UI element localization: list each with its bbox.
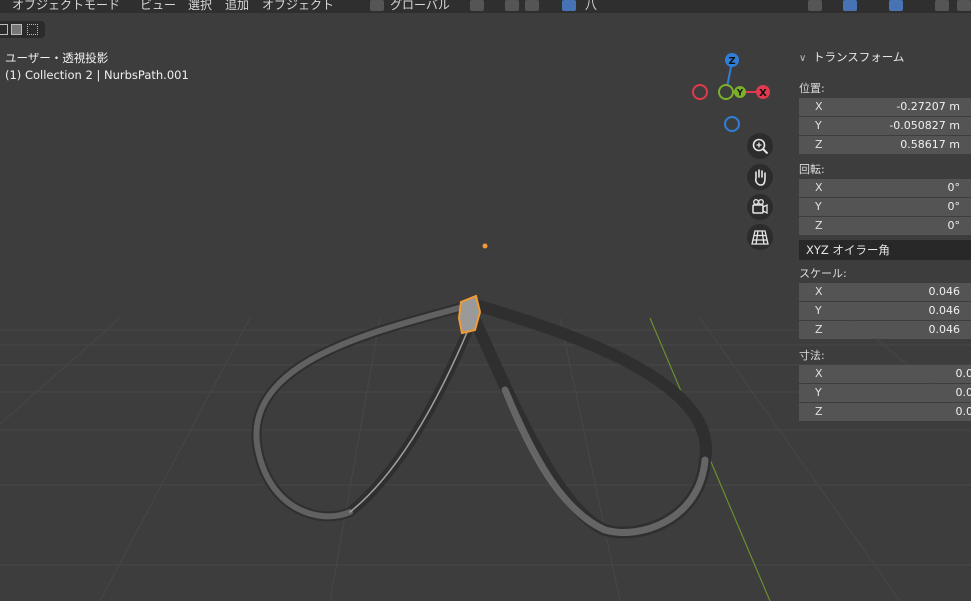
field-value: -0.27207 m (896, 100, 960, 113)
zoom-icon (752, 138, 769, 155)
field-value: 0.046 (928, 323, 961, 336)
orientation-icon[interactable] (370, 0, 384, 11)
field-value: 0.046 (928, 304, 961, 317)
axis-label: Y (815, 200, 822, 213)
shading-solid-icon[interactable] (957, 0, 971, 11)
axis-label: X (815, 181, 823, 194)
axis-label: X (815, 100, 823, 113)
field-value: 0.0 (955, 405, 971, 418)
axis-label: X (815, 285, 823, 298)
rotation-mode-dropdown[interactable]: XYZ オイラー角 (799, 240, 971, 260)
location-label: 位置: (799, 82, 825, 95)
select-box-icon[interactable] (0, 24, 8, 35)
field-value: 0° (947, 181, 961, 194)
nurbs-path-ribbon (251, 299, 712, 539)
scale-x-field[interactable]: X 0.046 (799, 283, 971, 301)
grid-icon (751, 230, 769, 245)
gizmo-z-label: Z (728, 56, 735, 67)
field-value: -0.050827 m (889, 119, 960, 132)
transform-panel-header[interactable]: ∨ トランスフォーム (799, 49, 904, 65)
gizmo-y-label: Y (736, 89, 744, 99)
object-origin (482, 243, 488, 249)
axis-label: Z (815, 219, 823, 232)
chevron-down-icon: ∨ (799, 53, 807, 64)
header-bar: オブジェクトモード ビュー 選択 追加 オブジェクト グローバル 八 (0, 0, 971, 13)
field-value: 0.58617 m (900, 138, 960, 151)
axis-label: Y (815, 386, 822, 399)
rotation-x-field[interactable]: X 0° (799, 179, 971, 197)
menu-view[interactable]: ビュー (140, 0, 176, 13)
menu-object[interactable]: オブジェクト (262, 0, 334, 13)
mode-selector[interactable]: オブジェクトモード (12, 0, 120, 13)
dimensions-z-field[interactable]: Z 0.0 (799, 403, 971, 421)
gizmo-toggle-icon[interactable] (843, 0, 857, 11)
perspective-toggle-button[interactable] (747, 224, 773, 250)
xray-toggle-icon[interactable] (935, 0, 949, 11)
axis-label: Z (815, 405, 823, 418)
field-value: 0.0 (955, 367, 971, 380)
dimensions-y-field[interactable]: Y 0.0 (799, 384, 971, 402)
object-info: (1) Collection 2 | NurbsPath.001 (5, 68, 189, 82)
rotation-mode-value: XYZ オイラー角 (806, 243, 890, 257)
scale-label: スケール: (799, 267, 847, 280)
view-name: ユーザー・透視投影 (5, 51, 109, 65)
location-z-field[interactable]: Z 0.58617 m (799, 136, 971, 154)
rotation-z-field[interactable]: Z 0° (799, 217, 971, 235)
zoom-button[interactable] (747, 133, 773, 159)
camera-icon (752, 199, 768, 215)
rotation-label: 回転: (799, 163, 825, 176)
pivot-icon[interactable] (470, 0, 484, 11)
axis-label: Y (815, 304, 822, 317)
gizmo-neg-x (692, 84, 708, 100)
camera-view-button[interactable] (747, 194, 773, 220)
proportional-edit-icon[interactable] (562, 0, 576, 11)
orientation-selector[interactable]: グローバル (390, 0, 450, 13)
axis-label: Z (815, 323, 823, 336)
select-intersect-icon[interactable] (27, 24, 38, 35)
axis-label: Y (815, 119, 822, 132)
menu-add[interactable]: 追加 (225, 0, 249, 13)
field-value: 0.046 (928, 285, 961, 298)
dimensions-x-field[interactable]: X 0.0 (799, 365, 971, 383)
navigation-gizmo: Z X Y (692, 53, 770, 132)
field-value: 0° (947, 200, 961, 213)
hand-pan-icon (754, 169, 766, 186)
object-visibility-icon[interactable] (808, 0, 822, 11)
scale-z-field[interactable]: Z 0.046 (799, 321, 971, 339)
gizmo-neg-y (718, 84, 734, 100)
menu-select[interactable]: 選択 (188, 0, 212, 13)
field-value: 0.0 (955, 386, 971, 399)
gizmo-x-label: X (759, 88, 767, 99)
axis-label: Z (815, 138, 823, 151)
scale-y-field[interactable]: Y 0.046 (799, 302, 971, 320)
location-y-field[interactable]: Y -0.050827 m (799, 117, 971, 135)
select-extend-icon[interactable] (11, 24, 22, 35)
location-x-field[interactable]: X -0.27207 m (799, 98, 971, 116)
select-mode-toolbar (0, 21, 45, 38)
snap-icon[interactable] (505, 0, 519, 11)
rotation-y-field[interactable]: Y 0° (799, 198, 971, 216)
pan-button[interactable] (747, 164, 773, 190)
transform-panel: ∨ トランスフォーム 位置: X -0.27207 m Y -0.050827 m … (795, 44, 971, 434)
field-value: 0° (947, 219, 961, 232)
proportional-falloff[interactable]: 八 (585, 0, 597, 13)
transform-title: トランスフォーム (812, 50, 905, 64)
snap-target-icon[interactable] (525, 0, 539, 11)
axis-label: X (815, 367, 823, 380)
overlay-toggle-icon[interactable] (889, 0, 903, 11)
dimensions-label: 寸法: (799, 349, 825, 362)
gizmo-neg-z (724, 116, 740, 132)
